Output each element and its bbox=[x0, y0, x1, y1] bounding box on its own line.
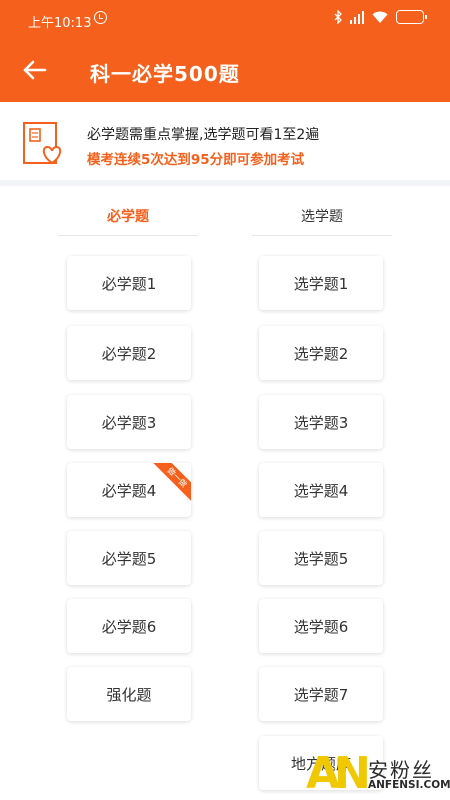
item-label: 必学题2 bbox=[101, 344, 157, 363]
optional-item-7[interactable]: 选学题7 bbox=[259, 667, 383, 721]
watermark-mark: AN bbox=[306, 748, 371, 799]
required-item-2[interactable]: 必学题2 bbox=[67, 326, 191, 380]
notice-text-highlight: 模考连续5次达到95分即可参加考试 bbox=[87, 152, 305, 168]
tab-required[interactable]: 必学题 bbox=[58, 206, 198, 236]
required-item-5[interactable]: 必学题5 bbox=[67, 531, 191, 585]
item-label: 强化题 bbox=[106, 685, 152, 704]
status-time: 上午10:13 bbox=[28, 16, 92, 31]
required-item-7[interactable]: 强化题 bbox=[67, 667, 191, 721]
item-label: 选学题3 bbox=[293, 413, 349, 432]
item-label: 选学题5 bbox=[293, 549, 349, 568]
optional-item-6[interactable]: 选学题6 bbox=[259, 599, 383, 653]
optional-item-2[interactable]: 选学题2 bbox=[259, 326, 383, 380]
optional-item-4[interactable]: 选学题4 bbox=[259, 463, 383, 517]
item-label: 选学题1 bbox=[293, 274, 349, 293]
optional-item-3[interactable]: 选学题3 bbox=[259, 395, 383, 449]
tab-optional[interactable]: 选学题 bbox=[252, 206, 392, 236]
item-label: 必学题5 bbox=[101, 549, 157, 568]
item-label: 选学题7 bbox=[293, 685, 349, 704]
required-item-4[interactable]: 必学题4 做一做 bbox=[67, 463, 191, 517]
item-label: 选学题2 bbox=[293, 344, 349, 363]
wifi-icon bbox=[372, 11, 388, 23]
watermark-text-en: ANFENSI.COM bbox=[368, 779, 450, 791]
item-label: 选学题6 bbox=[293, 617, 349, 636]
notice-banner: 必学题需重点掌握,选学题可看1至2遍 模考连续5次达到95分即可参加考试 bbox=[0, 102, 450, 186]
optional-item-5[interactable]: 选学题5 bbox=[259, 531, 383, 585]
item-label: 必学题4 bbox=[101, 481, 157, 500]
item-label: 必学题1 bbox=[101, 274, 157, 293]
status-bar: 上午10:13 bbox=[0, 0, 450, 40]
arrow-left-icon[interactable] bbox=[22, 57, 48, 83]
status-icons bbox=[334, 10, 427, 24]
watermark-logo: AN 安粉丝 ANFENSI.COM bbox=[306, 748, 450, 800]
item-label: 选学题4 bbox=[293, 481, 349, 500]
bluetooth-icon bbox=[334, 10, 342, 24]
required-item-1[interactable]: 必学题1 bbox=[67, 256, 191, 310]
battery-icon bbox=[396, 10, 427, 24]
alarm-icon bbox=[94, 11, 107, 24]
required-item-6[interactable]: 必学题6 bbox=[67, 599, 191, 653]
optional-item-1[interactable]: 选学题1 bbox=[259, 256, 383, 310]
item-label: 必学题6 bbox=[101, 617, 157, 636]
notice-text-primary: 必学题需重点掌握,选学题可看1至2遍 bbox=[87, 127, 320, 143]
signal-icon bbox=[349, 10, 364, 24]
item-label: 必学题3 bbox=[101, 413, 157, 432]
app-bar: 科一必学500题 bbox=[0, 40, 450, 102]
required-item-3[interactable]: 必学题3 bbox=[67, 395, 191, 449]
page-title: 科一必学500题 bbox=[90, 62, 240, 86]
book-heart-icon bbox=[23, 122, 62, 165]
